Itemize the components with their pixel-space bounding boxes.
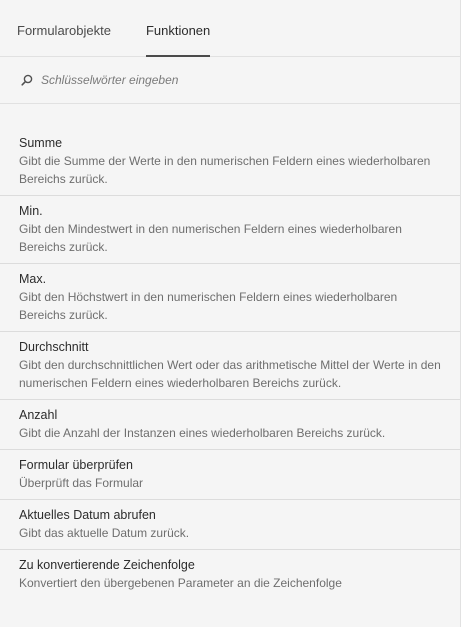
list-item-anzahl[interactable]: Anzahl Gibt die Anzahl der Instanzen ein… bbox=[0, 400, 460, 450]
tab-funktionen[interactable]: Funktionen bbox=[145, 23, 211, 57]
list-item-zeichenfolge[interactable]: Zu konvertierende Zeichenfolge Konvertie… bbox=[0, 550, 460, 599]
list-item-min[interactable]: Min. Gibt den Mindestwert in den numeris… bbox=[0, 196, 460, 264]
function-list: Summe Gibt die Summe der Werte in den nu… bbox=[0, 128, 460, 599]
function-description: Gibt die Anzahl der Instanzen eines wied… bbox=[19, 426, 386, 440]
function-description: Gibt den durchschnittlichen Wert oder da… bbox=[19, 358, 441, 390]
function-description: Gibt das aktuelle Datum zurück. bbox=[19, 526, 190, 540]
search-input[interactable] bbox=[41, 73, 421, 87]
function-description: Gibt die Summe der Werte in den numerisc… bbox=[19, 154, 431, 186]
function-description: Überprüft das Formular bbox=[19, 476, 144, 490]
tab-bar: Formularobjekte Funktionen bbox=[0, 0, 460, 57]
function-title: Formular überprüfen bbox=[19, 458, 133, 472]
function-description: Konvertiert den übergebenen Parameter an… bbox=[19, 576, 342, 590]
functions-panel: Formularobjekte Funktionen Summe Gibt di… bbox=[0, 0, 461, 627]
function-title: Summe bbox=[19, 136, 63, 150]
list-item-max[interactable]: Max. Gibt den Höchstwert in den numerisc… bbox=[0, 264, 460, 332]
tab-formularobjekte[interactable]: Formularobjekte bbox=[17, 23, 111, 56]
list-item-summe[interactable]: Summe Gibt die Summe der Werte in den nu… bbox=[0, 128, 460, 196]
list-item-durchschnitt[interactable]: Durchschnitt Gibt den durchschnittlichen… bbox=[0, 332, 460, 400]
function-title: Durchschnitt bbox=[19, 340, 89, 354]
list-item-formular-ueberpruefen[interactable]: Formular überprüfen Überprüft das Formul… bbox=[0, 450, 460, 500]
function-title: Aktuelles Datum abrufen bbox=[19, 508, 156, 522]
function-title: Anzahl bbox=[19, 408, 58, 422]
list-item-aktuelles-datum[interactable]: Aktuelles Datum abrufen Gibt das aktuell… bbox=[0, 500, 460, 550]
function-title: Zu konvertierende Zeichenfolge bbox=[19, 558, 195, 572]
function-description: Gibt den Mindestwert in den numerischen … bbox=[19, 222, 402, 254]
function-title: Min. bbox=[19, 204, 43, 218]
function-title: Max. bbox=[19, 272, 47, 286]
function-description: Gibt den Höchstwert in den numerischen F… bbox=[19, 290, 398, 322]
search-bar bbox=[0, 57, 460, 104]
search-icon bbox=[21, 74, 33, 86]
